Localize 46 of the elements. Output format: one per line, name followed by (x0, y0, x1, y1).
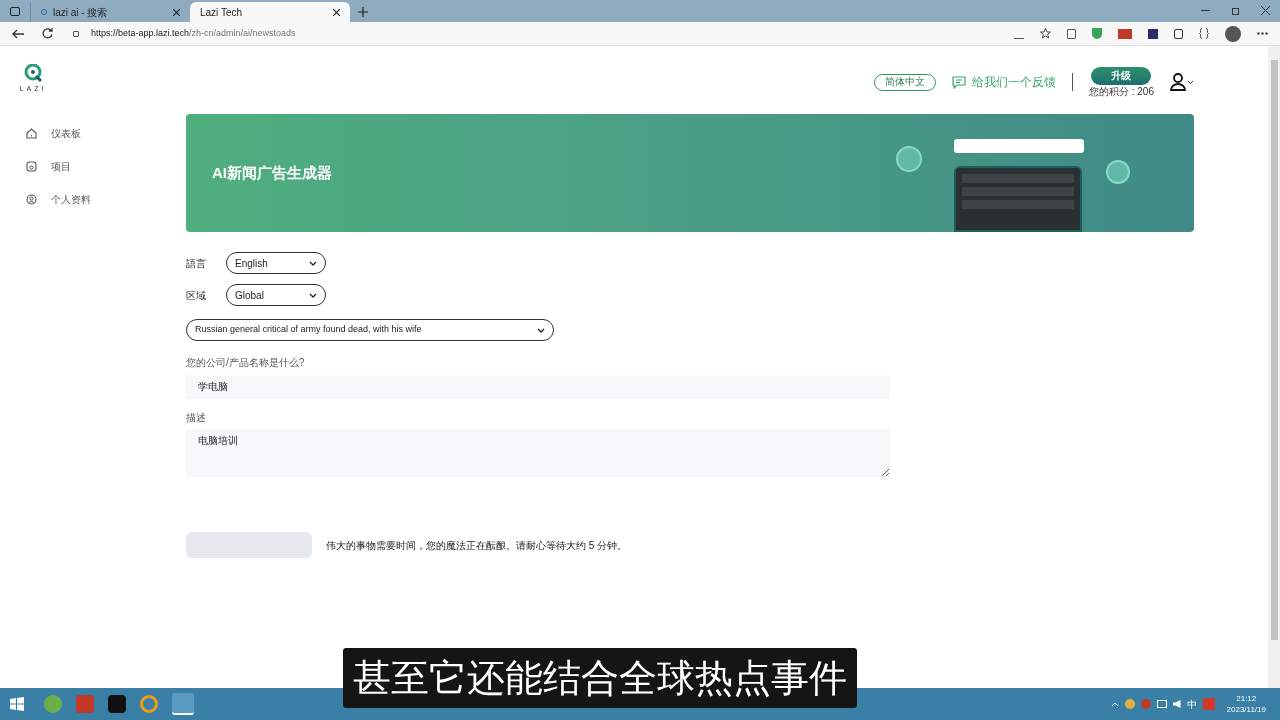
company-label: 您的公司/产品名称是什么? (186, 356, 306, 370)
browser-tab[interactable]: Lazi Tech (190, 2, 350, 22)
chevron-icon (537, 327, 545, 333)
clock[interactable]: 21:12 2023/11/19 (1226, 693, 1266, 715)
close-icon[interactable] (173, 8, 180, 16)
star-icon[interactable] (1040, 28, 1051, 39)
close-icon[interactable] (333, 8, 340, 16)
shield-icon[interactable] (1092, 28, 1102, 39)
banner-title: AI新闻广告生成器 (212, 162, 332, 183)
more-icon[interactable] (1257, 32, 1268, 35)
chevron-icon (309, 260, 317, 266)
taskbar-app-icon[interactable] (108, 695, 126, 713)
chevron-icon (1187, 80, 1194, 85)
sidebar-item[interactable]: 个人资料 (26, 190, 186, 209)
ime-indicator[interactable]: 中 (1186, 696, 1197, 712)
url-host: https://beta-app.lazi.tech (91, 26, 190, 40)
user-icon (26, 194, 37, 205)
url-path: /zh-cn/admin/ai/newstoads (189, 26, 296, 40)
logo-icon (24, 64, 42, 82)
user-icon (1170, 73, 1186, 91)
sidebar-item[interactable]: 项目 (26, 157, 186, 176)
subtitle-caption: 甚至它还能结合全球热点事件 (343, 648, 857, 708)
upgrade-button[interactable]: 升级 (1091, 67, 1152, 85)
language-label: 語言 (186, 256, 207, 271)
tab-list-icon[interactable] (10, 7, 20, 16)
avatar-icon[interactable] (1225, 25, 1241, 42)
sidebar-item[interactable]: 仪表板 (26, 124, 186, 143)
back-icon[interactable] (12, 28, 24, 39)
reload-icon[interactable] (42, 28, 53, 39)
volume-icon[interactable] (1172, 700, 1181, 708)
chat-icon (951, 75, 966, 89)
user-menu[interactable] (1170, 73, 1194, 91)
scrollbar[interactable] (1268, 46, 1280, 688)
region-label: 区域 (186, 288, 207, 303)
description-label: 描述 (186, 411, 207, 425)
braces-icon[interactable] (1199, 28, 1209, 39)
folder-icon (26, 161, 37, 172)
description-textarea[interactable]: 电脑培训 (186, 429, 890, 477)
start-icon[interactable] (10, 697, 24, 711)
chevron-icon (309, 292, 317, 298)
home-icon (26, 128, 37, 139)
new-tab-icon[interactable] (358, 7, 368, 17)
restore-icon[interactable] (1232, 8, 1239, 15)
wait-message: 伟大的事物需要时间，您的魔法正在酝酿。请耐心等待大约 5 分钟。 (326, 538, 628, 553)
points-text: 您的积分 : 206 (1088, 86, 1154, 97)
company-input[interactable]: 学电脑 (186, 375, 890, 399)
